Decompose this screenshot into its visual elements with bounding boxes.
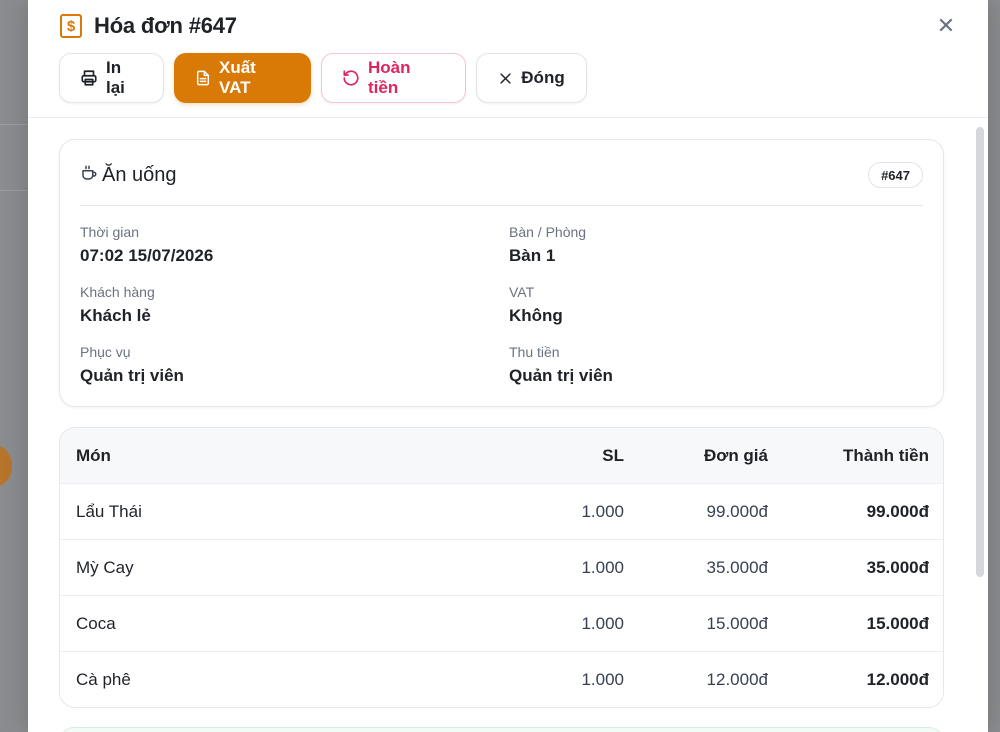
item-price: 99.000đ xyxy=(706,502,768,521)
reprint-button[interactable]: In lại xyxy=(59,53,164,103)
field-label: Phục vụ xyxy=(80,344,131,360)
dollar-receipt-icon: $ xyxy=(60,14,82,38)
field-value: Bàn 1 xyxy=(509,246,556,265)
card-title-text: Ăn uống xyxy=(102,164,177,186)
toolbar: In lại Xuất VAT Hoàn tiền Đóng xyxy=(59,53,587,103)
x-icon xyxy=(498,71,513,86)
rotate-ccw-icon xyxy=(342,69,360,87)
item-name: Cà phê xyxy=(76,670,131,689)
invoice-modal: $ Hóa đơn #647 ✕ In lại Xuất VAT Hoàn ti… xyxy=(28,0,988,732)
export-vat-button[interactable]: Xuất VAT xyxy=(174,53,311,103)
field-customer: Khách hàng Khách lẻ xyxy=(80,284,480,326)
field-table: Bàn / Phòng Bàn 1 xyxy=(509,224,909,266)
field-time: Thời gian 07:02 15/07/2026 xyxy=(80,224,480,266)
field-label: Thu tiền xyxy=(509,344,560,360)
item-qty: 1.000 xyxy=(581,670,624,689)
item-total: 99.000đ xyxy=(866,502,929,521)
table-row: Cà phê 1.000 12.000đ 12.000đ xyxy=(60,652,943,707)
field-vat: VAT Không xyxy=(509,284,909,326)
field-label: Bàn / Phòng xyxy=(509,224,587,240)
scrollbar[interactable] xyxy=(976,127,984,577)
modal-body: Ăn uống #647 Thời gian 07:02 15/07/2026 … xyxy=(28,119,988,732)
field-cashier: Thu tiền Quản trị viên xyxy=(509,344,909,386)
close-button[interactable]: Đóng xyxy=(476,53,587,103)
table-row: Mỳ Cay 1.000 35.000đ 35.000đ xyxy=(60,540,943,596)
order-info-card: Ăn uống #647 Thời gian 07:02 15/07/2026 … xyxy=(59,139,944,407)
item-qty: 1.000 xyxy=(581,502,624,521)
card-title: Ăn uống xyxy=(80,164,177,187)
coffee-cup-icon xyxy=(80,164,98,187)
item-total: 35.000đ xyxy=(866,558,929,577)
item-name: Coca xyxy=(76,614,116,633)
column-header-total: Thành tiền xyxy=(843,446,929,465)
field-value: Không xyxy=(509,306,563,325)
item-qty: 1.000 xyxy=(581,614,624,633)
close-icon[interactable]: ✕ xyxy=(934,13,958,38)
table-row: Coca 1.000 15.000đ 15.000đ xyxy=(60,596,943,652)
field-value: Khách lẻ xyxy=(80,306,151,325)
table-row: Lẩu Thái 1.000 99.000đ 99.000đ xyxy=(60,484,943,540)
export-vat-label: Xuất VAT xyxy=(219,58,256,97)
item-price: 12.000đ xyxy=(706,670,768,689)
item-price: 35.000đ xyxy=(706,558,768,577)
item-total: 12.000đ xyxy=(866,670,929,689)
item-total: 15.000đ xyxy=(866,614,929,633)
table-header-row: Món SL Đơn giá Thành tiền xyxy=(60,428,943,484)
item-name: Lẩu Thái xyxy=(76,502,142,521)
summary-card xyxy=(59,727,944,732)
field-label: VAT xyxy=(509,284,535,300)
column-header-name: Món xyxy=(76,446,111,465)
modal-header: $ Hóa đơn #647 ✕ In lại Xuất VAT Hoàn ti… xyxy=(28,0,988,118)
refund-label: Hoàn tiền xyxy=(368,58,411,97)
modal-title-row: $ Hóa đơn #647 xyxy=(60,12,237,40)
close-label: Đóng xyxy=(521,68,565,87)
item-name: Mỳ Cay xyxy=(76,558,134,577)
reprint-label: In lại xyxy=(106,58,125,97)
background-divider xyxy=(0,190,28,191)
field-label: Khách hàng xyxy=(80,284,155,300)
field-value: Quản trị viên xyxy=(509,366,613,385)
printer-icon xyxy=(80,69,98,87)
card-header: Ăn uống #647 xyxy=(80,162,923,206)
item-price: 15.000đ xyxy=(706,614,768,633)
field-value: Quản trị viên xyxy=(80,366,184,385)
field-label: Thời gian xyxy=(80,224,139,240)
field-value: 07:02 15/07/2026 xyxy=(80,246,214,265)
modal-title: Hóa đơn #647 xyxy=(94,13,237,38)
items-table: Món SL Đơn giá Thành tiền Lẩu Thái 1.000… xyxy=(59,427,944,708)
document-icon xyxy=(195,69,211,87)
column-header-price: Đơn giá xyxy=(703,446,768,465)
background-avatar xyxy=(0,446,12,486)
refund-button[interactable]: Hoàn tiền xyxy=(321,53,466,103)
column-header-qty: SL xyxy=(602,446,624,465)
order-number-badge: #647 xyxy=(868,162,923,188)
background-divider xyxy=(0,124,28,125)
item-qty: 1.000 xyxy=(581,558,624,577)
field-server: Phục vụ Quản trị viên xyxy=(80,344,480,386)
